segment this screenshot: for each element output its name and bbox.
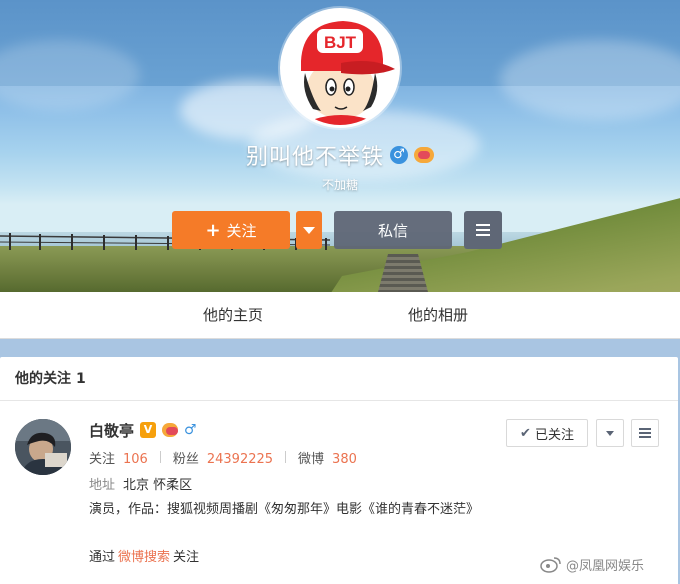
stat-weibo[interactable]: 微博 380 (298, 448, 357, 467)
vip-icon[interactable] (162, 423, 179, 437)
profile-name: 别叫他不举铁 (245, 145, 384, 170)
profile-avatar[interactable]: BJT (280, 8, 400, 128)
follow-source: 通过 微博搜索 关注 (89, 546, 199, 565)
user-avatar[interactable] (15, 419, 71, 475)
user-name[interactable]: 白敬亭 (89, 420, 134, 441)
chevron-down-icon (606, 430, 614, 436)
following-card-header: 他的关注 1 (0, 357, 678, 401)
stat-followers[interactable]: 粉丝 24392225 (173, 448, 273, 467)
address-label: 地址 (89, 478, 116, 493)
tab-home[interactable]: 他的主页 (203, 292, 263, 339)
follow-dropdown-button[interactable] (296, 211, 322, 249)
follow-source-suffix: 关注 (173, 550, 200, 565)
menu-icon (639, 428, 651, 438)
followed-button[interactable]: ✔ 已关注 (506, 419, 588, 447)
weibo-logo-icon (540, 557, 561, 573)
user-name-row: 白敬亭 V ♂ (89, 420, 197, 440)
follow-source-prefix: 通过 (89, 550, 116, 565)
following-title: 他的关注 (15, 371, 71, 387)
profile-tabs: 他的主页 他的相册 (0, 292, 680, 339)
follow-source-link[interactable]: 微博搜索 (118, 550, 170, 565)
card-menu-button[interactable] (631, 419, 659, 447)
followed-dropdown-button[interactable] (596, 419, 624, 447)
more-menu-button[interactable] (464, 211, 502, 249)
user-stats: 关注 106 粉丝 24392225 微博 380 (89, 448, 357, 467)
profile-description: 不加糖 (321, 178, 358, 192)
male-icon: ♂ (390, 146, 408, 164)
avatar-cap-text: BJT (324, 33, 357, 52)
follow-button-label: 关注 (226, 221, 257, 240)
user-bio: 演员，作品：搜狐视频周播剧《匆匆那年》电影《谁的青春不迷茫》 (89, 502, 480, 517)
following-count: 1 (76, 371, 86, 387)
watermark-text: @凤凰网娱乐 (566, 558, 645, 574)
menu-icon (476, 224, 490, 236)
following-card: 他的关注 1 白敬亭 V ♂ 关注 106 粉丝 24392225 微博 380 地址北… (0, 357, 678, 584)
cartoon-avatar-image: BJT (283, 11, 397, 125)
address-value: 北京 怀柔区 (123, 478, 193, 493)
message-button-label: 私信 (377, 221, 408, 240)
chevron-down-icon (303, 226, 315, 234)
message-button[interactable]: 私信 (334, 211, 452, 249)
stat-following[interactable]: 关注 106 (89, 448, 148, 467)
followed-button-label: 已关注 (534, 427, 574, 443)
divider (285, 451, 287, 463)
user-address: 地址 北京 怀柔区 (89, 474, 192, 493)
check-icon: ✔ (520, 425, 531, 441)
watermark: @凤凰网娱乐 (540, 553, 644, 575)
tab-album[interactable]: 他的相册 (408, 292, 468, 339)
male-icon: ♂ (184, 422, 197, 438)
plus-icon: + (205, 219, 221, 241)
user-avatar-image (15, 419, 71, 475)
follow-button[interactable]: + 关注 (172, 211, 290, 249)
divider (159, 451, 161, 463)
vip-icon[interactable] (414, 147, 434, 163)
profile-name-row: 别叫他不举铁 ♂ (0, 140, 680, 170)
verified-v-icon: V (140, 422, 157, 438)
